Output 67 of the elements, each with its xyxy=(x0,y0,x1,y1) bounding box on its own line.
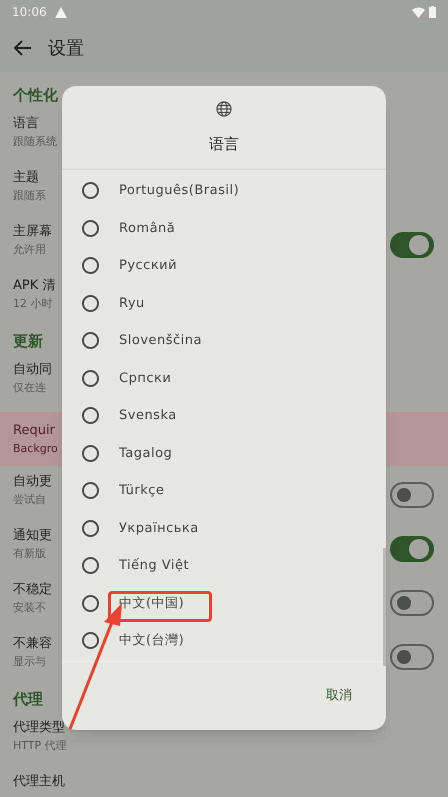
status-time: 10:06 xyxy=(12,4,47,21)
language-option[interactable]: Svenska xyxy=(62,397,386,434)
section-header: 个性化 xyxy=(13,84,58,106)
toggle-switch[interactable] xyxy=(390,232,434,258)
toggle-switch[interactable] xyxy=(390,536,434,562)
radio-button[interactable] xyxy=(82,632,99,650)
setting-subtitle: HTTP 代理 xyxy=(13,738,67,754)
language-option[interactable]: Українська xyxy=(62,510,386,547)
language-option[interactable]: Ryu xyxy=(62,284,386,322)
radio-button[interactable] xyxy=(82,444,99,462)
warning-title: Requir xyxy=(13,422,55,440)
language-option[interactable]: 中文(台灣) xyxy=(62,622,386,660)
setting-title[interactable]: 语言 xyxy=(13,114,39,134)
radio-button[interactable] xyxy=(82,257,99,274)
setting-subtitle: 跟随系统 xyxy=(13,134,57,150)
setting-subtitle: 允许用 xyxy=(13,242,46,258)
setting-subtitle: 仅在连 xyxy=(13,380,46,396)
setting-subtitle: 跟随系 xyxy=(13,188,46,204)
warning-icon xyxy=(54,6,67,18)
language-option[interactable]: Tiếng Việt xyxy=(62,547,386,584)
cancel-button[interactable]: 取消 xyxy=(326,686,352,706)
globe-icon xyxy=(216,100,232,116)
section-header: 更新 xyxy=(13,330,43,352)
radio-button[interactable] xyxy=(82,594,99,612)
language-option[interactable]: Tagalog xyxy=(62,434,386,472)
language-option[interactable]: Română xyxy=(62,210,386,247)
dialog-title: 语言 xyxy=(209,134,239,154)
back-arrow-icon[interactable] xyxy=(14,40,32,56)
wifi-icon xyxy=(412,6,425,18)
radio-button[interactable] xyxy=(82,220,99,237)
setting-subtitle: 12 小时 xyxy=(13,296,52,312)
setting-subtitle: 有新版 xyxy=(13,546,46,562)
setting-title[interactable]: 自动更 xyxy=(13,472,52,492)
radio-button[interactable] xyxy=(82,294,99,312)
setting-title[interactable]: 不稳定 xyxy=(13,580,52,600)
setting-title[interactable]: 代理类型 xyxy=(13,718,65,738)
language-option[interactable]: Português(Brasil) xyxy=(62,172,386,210)
language-option[interactable]: Русский xyxy=(62,247,386,284)
page-title: 设置 xyxy=(48,36,84,60)
language-option[interactable]: Slovenščina xyxy=(62,322,386,360)
setting-title[interactable]: 自动同 xyxy=(13,360,52,380)
setting-subtitle: 显示与 xyxy=(13,654,46,670)
setting-title[interactable]: 通知更 xyxy=(13,526,52,546)
setting-title[interactable]: 主屏幕 xyxy=(13,222,52,242)
toggle-switch[interactable] xyxy=(390,482,434,508)
radio-button[interactable] xyxy=(82,182,99,200)
radio-button[interactable] xyxy=(82,370,99,387)
radio-button[interactable] xyxy=(82,482,99,500)
setting-title[interactable]: APK 清 xyxy=(13,276,56,296)
setting-title[interactable]: 不兼容 xyxy=(13,634,52,654)
toggle-switch[interactable] xyxy=(390,644,434,670)
warning-subtitle: Backgro xyxy=(13,440,58,456)
setting-title[interactable]: 主题 xyxy=(13,168,39,188)
setting-title[interactable]: 代理主机 xyxy=(13,772,65,792)
language-option[interactable]: Српски xyxy=(62,360,386,397)
scrollbar[interactable] xyxy=(383,548,386,666)
radio-button[interactable] xyxy=(82,557,99,574)
battery-icon xyxy=(429,6,436,18)
radio-button[interactable] xyxy=(82,332,99,350)
toggle-switch[interactable] xyxy=(390,590,434,616)
setting-subtitle: 安装不 xyxy=(13,600,46,616)
setting-subtitle: 尝试自 xyxy=(13,492,46,508)
radio-button[interactable] xyxy=(82,407,99,424)
language-option[interactable]: 中文(中国) xyxy=(62,584,386,622)
language-option[interactable]: Türkçe xyxy=(62,472,386,510)
section-header: 代理 xyxy=(13,688,43,710)
radio-button[interactable] xyxy=(82,520,99,537)
